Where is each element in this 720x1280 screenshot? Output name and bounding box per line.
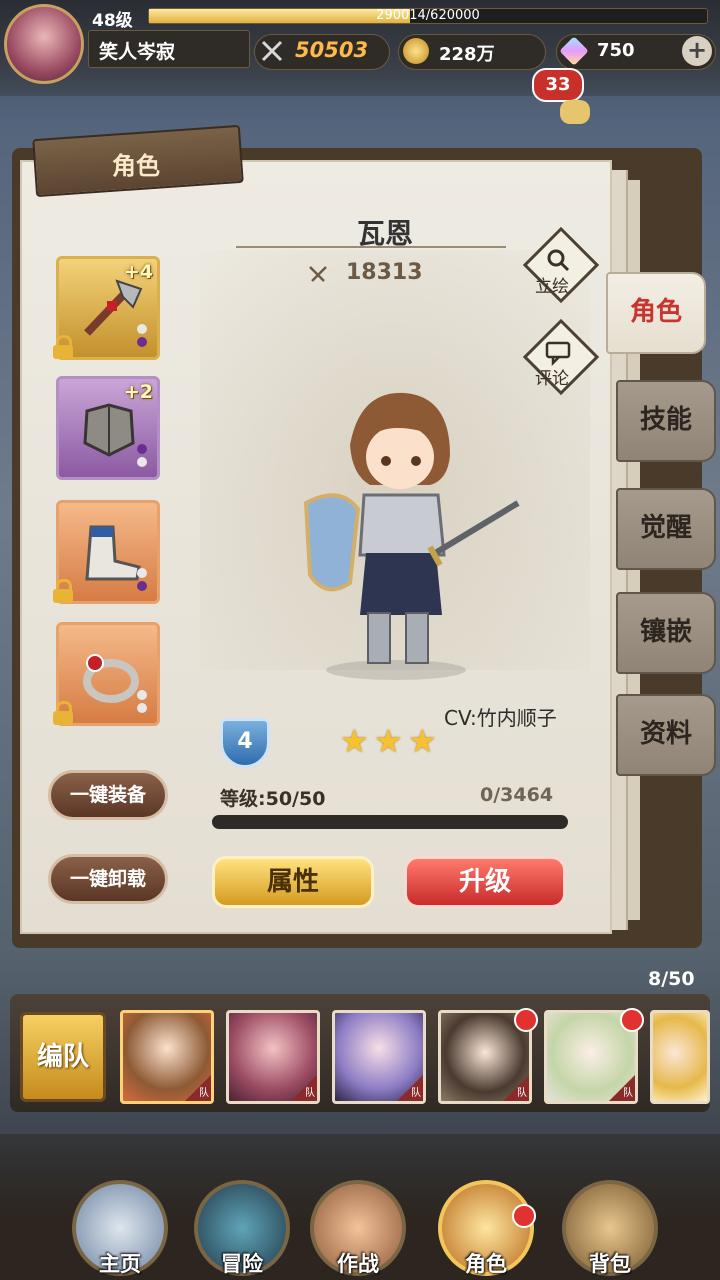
gold-display: 228万	[398, 34, 546, 70]
tab-inlay[interactable]: 镶嵌	[616, 592, 716, 674]
nav-adventure[interactable]: 冒险	[180, 1150, 310, 1280]
hero-level: 等级:50/50	[220, 788, 326, 810]
tab-character[interactable]: 角色	[606, 272, 706, 354]
gem-sockets	[137, 687, 149, 713]
gem-value: 750	[597, 40, 635, 61]
team-member-card[interactable]	[650, 1010, 710, 1104]
divider	[236, 246, 506, 248]
attributes-button[interactable]: 属性	[212, 856, 374, 908]
player-name-plate: 笑人岑寂	[88, 30, 250, 68]
tab-profile[interactable]: 资料	[616, 694, 716, 776]
team-member-card[interactable]: 队	[120, 1010, 214, 1104]
notification-dot	[514, 1008, 538, 1032]
portrait-label: 立绘	[535, 277, 569, 297]
gem-sockets	[137, 565, 149, 591]
team-tag-label: 队	[623, 1088, 633, 1099]
lock-icon	[51, 335, 75, 359]
notification-dot	[620, 1008, 644, 1032]
magnifier-icon	[547, 249, 570, 272]
hero-exp-bar	[212, 815, 568, 829]
player-level: 48级	[92, 11, 133, 31]
crossed-swords-icon	[309, 266, 327, 282]
power-value: 50503	[295, 38, 369, 62]
chat-icon[interactable]	[560, 100, 590, 124]
voice-actor-label: CV:竹内顺子	[444, 706, 557, 730]
player-name: 笑人岑寂	[99, 41, 176, 63]
crossed-swords-icon	[261, 40, 283, 62]
player-exp-bar: 290014/620000	[148, 8, 708, 24]
portrait-button[interactable]: 立绘	[522, 226, 600, 304]
hero-character-sprite[interactable]	[300, 385, 530, 685]
equipment-plus: +2	[123, 381, 153, 403]
tab-skills[interactable]: 技能	[616, 380, 716, 462]
nav-battle[interactable]: 作战	[296, 1150, 426, 1280]
star-rating: ★ ★ ★	[340, 722, 450, 760]
gold-value: 228万	[439, 44, 495, 65]
upgrade-button[interactable]: 升级	[404, 856, 566, 908]
team-member-card[interactable]: 队	[226, 1010, 320, 1104]
add-gems-button[interactable]: +	[682, 36, 712, 66]
speech-bubble-icon	[545, 341, 571, 366]
team-tag-label: 队	[517, 1088, 527, 1099]
team-tag-label: 队	[411, 1088, 421, 1099]
formation-button[interactable]: 编队	[20, 1012, 106, 1102]
hero-power: 18313	[346, 260, 423, 285]
equipment-slot-ring[interactable]	[53, 622, 160, 726]
nav-character-label: 角色	[465, 1252, 507, 1276]
tab-awaken[interactable]: 觉醒	[616, 488, 716, 570]
nav-bag[interactable]: 背包	[548, 1150, 678, 1280]
armor-icon	[83, 403, 135, 457]
team-member-card[interactable]: 队	[332, 1010, 426, 1104]
chat-badge[interactable]: 33	[532, 68, 584, 102]
ring-icon	[83, 654, 139, 703]
equipment-slot-armor[interactable]: +2	[56, 376, 160, 480]
star-icon: ★	[408, 722, 437, 760]
gem-sockets	[137, 321, 149, 347]
equip-all-button[interactable]: 一键装备	[48, 770, 168, 820]
equipment-plus: +4	[123, 261, 153, 283]
weapon-icon	[84, 279, 143, 336]
nav-home-label: 主页	[99, 1252, 141, 1276]
nav-character[interactable]: 角色	[424, 1150, 554, 1280]
panel-title: 角色	[112, 152, 160, 180]
comment-label: 评论	[535, 369, 569, 389]
team-count: 8/50	[648, 968, 695, 990]
notification-dot	[512, 1204, 536, 1228]
equipment-slot-weapon[interactable]: +4	[53, 256, 160, 360]
equipment-slot-boots[interactable]	[53, 500, 160, 604]
nav-home[interactable]: 主页	[58, 1150, 188, 1280]
gem-sockets	[137, 441, 149, 467]
unequip-all-button[interactable]: 一键卸载	[48, 854, 168, 904]
nav-battle-label: 作战	[337, 1252, 379, 1276]
star-icon: ★	[340, 722, 369, 760]
player-exp-text: 290014/620000	[376, 8, 480, 23]
comment-button[interactable]: 评论	[522, 318, 600, 396]
gem-icon	[559, 36, 589, 66]
rank-badge: 4	[220, 718, 270, 768]
boots-icon	[85, 525, 141, 581]
lock-icon	[51, 579, 75, 603]
star-icon: ★	[374, 722, 403, 760]
hero-exp: 0/3464	[480, 784, 554, 806]
power-display: 50503	[254, 34, 390, 70]
player-avatar[interactable]	[4, 4, 84, 84]
lock-icon	[51, 701, 75, 725]
team-tag-label: 队	[305, 1088, 315, 1099]
nav-adventure-label: 冒险	[221, 1252, 263, 1276]
nav-bag-label: 背包	[589, 1252, 631, 1276]
gold-coin-icon	[403, 38, 429, 64]
team-tag-label: 队	[199, 1088, 209, 1099]
